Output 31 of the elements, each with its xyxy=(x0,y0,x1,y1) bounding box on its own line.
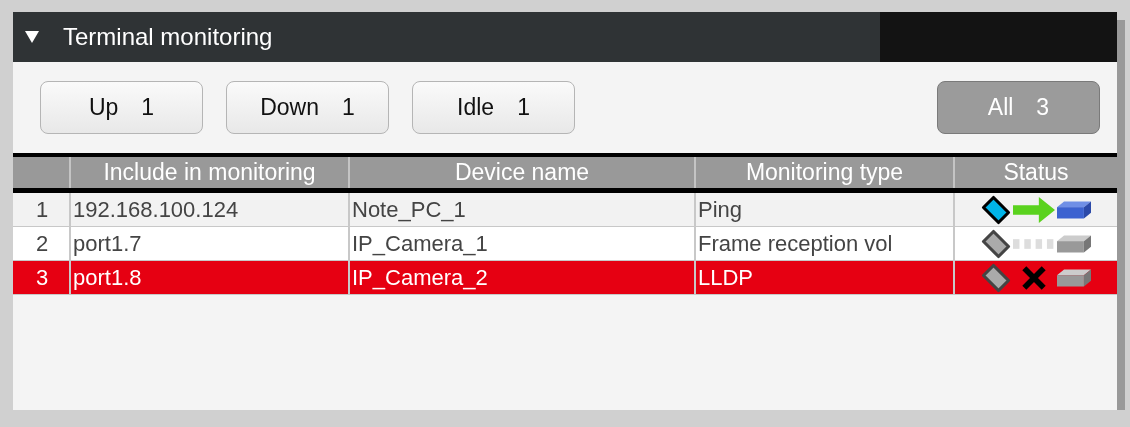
table-row[interactable]: 2 port1.7 IP_Camera_1 Frame reception vol xyxy=(13,226,1117,261)
tablet-icon xyxy=(981,262,1011,293)
table-cell: port1.8 xyxy=(73,264,142,290)
row-number: 3 xyxy=(35,264,49,290)
table-cell: Note_PC_1 xyxy=(352,196,466,222)
table-cell: LLDP xyxy=(698,264,754,290)
collapse-icon[interactable] xyxy=(25,31,39,43)
switch-icon xyxy=(1057,199,1091,220)
filter-button[interactable]: Down 1 xyxy=(226,81,389,134)
column-header: Device name xyxy=(349,155,695,191)
filter-button[interactable]: Idle 1 xyxy=(412,81,575,134)
switch-icon xyxy=(1057,267,1091,288)
row-number: 2 xyxy=(35,230,49,256)
dashed-line-icon xyxy=(1013,238,1055,249)
table-cell: 192.168.100.124 xyxy=(73,196,239,222)
column-header: Include in monitoring xyxy=(70,155,349,191)
filter-button[interactable]: Up 1 xyxy=(40,81,203,134)
row-number: 1 xyxy=(35,196,49,222)
arrow-icon xyxy=(1013,196,1055,223)
table-row[interactable]: 3 port1.8 IP_Camera_2 LLDP xyxy=(13,260,1117,295)
switch-icon xyxy=(1057,233,1091,254)
table-cell: IP_Camera_1 xyxy=(352,230,488,256)
column-header: Status xyxy=(954,155,1117,191)
table-cell: Frame reception vol xyxy=(698,230,893,256)
table-cell: IP_Camera_2 xyxy=(352,264,488,290)
table-cell: port1.7 xyxy=(73,230,142,256)
column-header: Monitoring type xyxy=(695,155,954,191)
panel-title: Terminal monitoring xyxy=(63,23,273,51)
tablet-icon xyxy=(981,228,1011,259)
tablet-icon xyxy=(981,194,1011,225)
table-cell: Ping xyxy=(698,196,743,222)
